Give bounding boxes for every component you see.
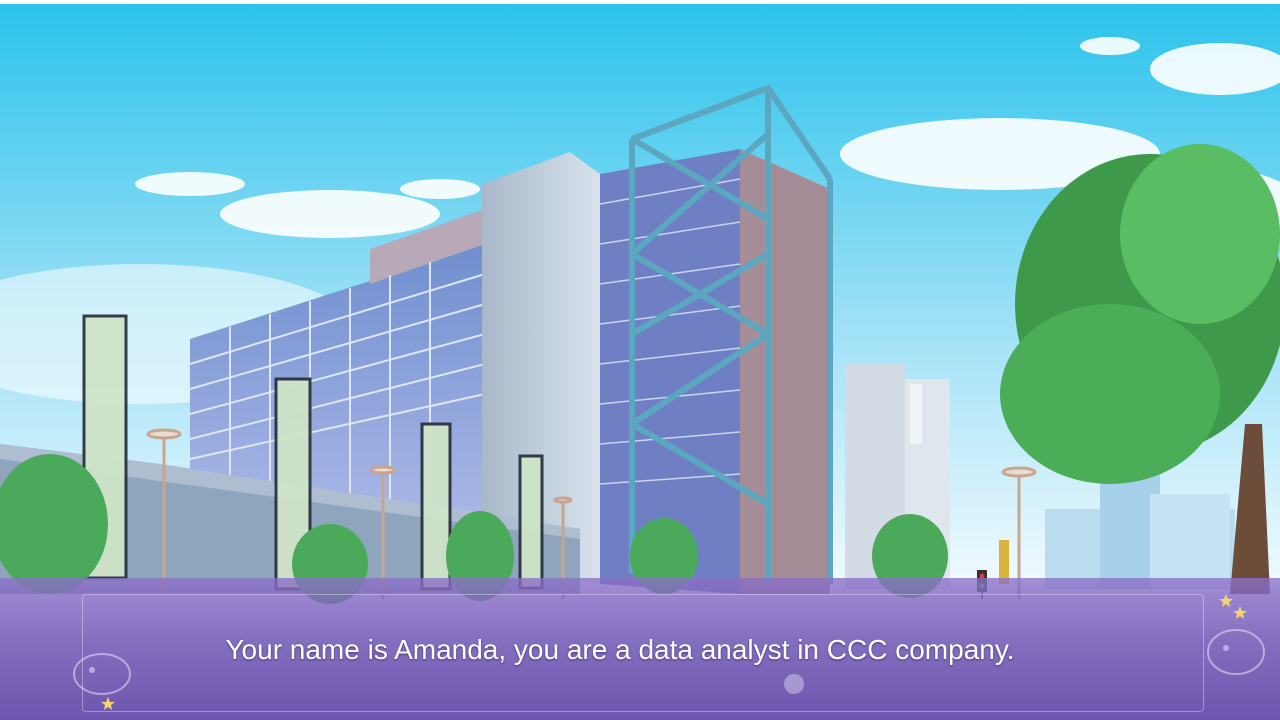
star-icon — [101, 697, 115, 710]
flower-icon — [784, 674, 804, 694]
star-icon — [1219, 594, 1247, 619]
dialogue-text: Your name is Amanda, you are a data anal… — [225, 634, 1015, 665]
